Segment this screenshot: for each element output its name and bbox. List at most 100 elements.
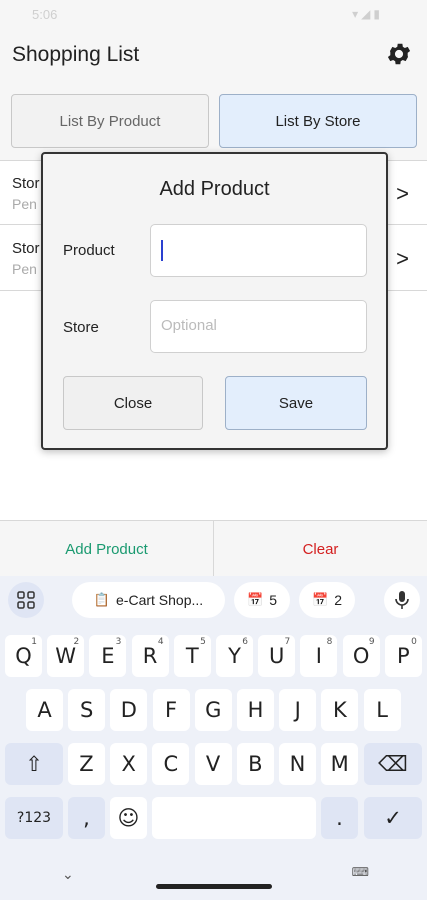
- key-label: S: [80, 698, 94, 722]
- key-g[interactable]: G: [194, 689, 232, 731]
- key-label: W: [55, 644, 77, 668]
- save-button[interactable]: Save: [225, 376, 367, 430]
- key-o[interactable]: O9: [342, 635, 380, 677]
- key-c[interactable]: C: [152, 743, 190, 785]
- clear-button[interactable]: Clear: [214, 521, 427, 577]
- key-label: Z: [79, 752, 94, 776]
- home-handle[interactable]: [156, 884, 272, 889]
- key-hint-number: 2: [73, 637, 80, 647]
- key-l[interactable]: L: [363, 689, 401, 731]
- key-label: ?123: [16, 810, 52, 826]
- key-h[interactable]: H: [237, 689, 274, 731]
- key-a[interactable]: A: [26, 689, 63, 731]
- clipboard-suggestion[interactable]: 📋 e-Cart Shop...: [72, 582, 225, 618]
- key-label: ☺: [117, 806, 140, 830]
- gear-icon[interactable]: [385, 40, 413, 68]
- chevron-down-icon[interactable]: ⌄: [62, 866, 74, 883]
- key-v[interactable]: V: [194, 743, 232, 785]
- chevron-right-icon: >: [396, 246, 409, 271]
- comma-key[interactable]: ,: [68, 797, 105, 839]
- key-label: G: [205, 698, 222, 722]
- enter-key[interactable]: ✓: [364, 797, 422, 839]
- key-label: M: [330, 752, 349, 776]
- key-r[interactable]: R4: [131, 635, 169, 677]
- key-hint-number: 9: [368, 637, 375, 647]
- key-y[interactable]: Y6: [216, 635, 253, 677]
- calendar-clip-icon: 📅: [247, 592, 264, 607]
- key-b[interactable]: B: [236, 743, 274, 785]
- space-key[interactable]: [152, 797, 316, 839]
- key-i[interactable]: I8: [300, 635, 338, 677]
- status-bar: 5:06 ▾◢▮: [0, 0, 427, 30]
- key-d[interactable]: D: [110, 689, 148, 731]
- key-label: ⌫: [378, 752, 408, 776]
- page-title: Shopping List: [12, 43, 140, 66]
- key-label: X: [121, 752, 136, 776]
- tab-list-by-product[interactable]: List By Product: [11, 94, 209, 148]
- key-label: L: [376, 698, 388, 722]
- key-label: N: [289, 752, 306, 776]
- close-button[interactable]: Close: [63, 376, 203, 430]
- key-f[interactable]: F: [152, 689, 190, 731]
- key-label: V: [205, 752, 221, 776]
- key-label: I: [315, 644, 322, 668]
- key-hint-number: 6: [242, 637, 248, 647]
- key-label: B: [248, 752, 263, 776]
- key-label: C: [163, 752, 179, 776]
- view-tabs: List By Product List By Store: [0, 82, 427, 160]
- list-item-sub: Pen: [12, 196, 37, 212]
- key-label: Y: [228, 644, 241, 668]
- key-hint-number: 5: [200, 637, 206, 647]
- key-x[interactable]: X: [110, 743, 148, 785]
- microphone-icon[interactable]: [384, 582, 420, 618]
- key-label: O: [352, 644, 370, 668]
- clipboard-number-suggestion[interactable]: 📅 2: [299, 582, 355, 618]
- key-label: F: [165, 698, 178, 722]
- chevron-right-icon: >: [396, 181, 409, 206]
- key-z[interactable]: Z: [68, 743, 105, 785]
- key-label: .: [336, 806, 343, 830]
- key-w[interactable]: W2: [47, 635, 85, 677]
- add-product-button[interactable]: Add Product: [0, 521, 214, 577]
- clipboard-number-text: 5: [269, 592, 277, 608]
- period-key[interactable]: .: [321, 797, 358, 839]
- key-s[interactable]: S: [68, 689, 106, 731]
- key-label: P: [396, 644, 410, 668]
- key-label: A: [37, 698, 52, 722]
- clipboard-number-text: 2: [334, 592, 342, 608]
- product-input[interactable]: [150, 224, 367, 277]
- product-label: Product: [63, 242, 115, 259]
- clipboard-number-suggestion[interactable]: 📅 5: [234, 582, 290, 618]
- tab-list-by-store[interactable]: List By Store: [219, 94, 417, 148]
- key-label: H: [247, 698, 264, 722]
- key-u[interactable]: U7: [258, 635, 296, 677]
- key-e[interactable]: E3: [89, 635, 127, 677]
- key-t[interactable]: T5: [173, 635, 211, 677]
- shift-key[interactable]: ⇧: [5, 743, 63, 785]
- key-k[interactable]: K: [321, 689, 359, 731]
- key-label: K: [333, 698, 347, 722]
- dialog-title: Add Product: [159, 178, 270, 200]
- key-label: D: [120, 698, 137, 722]
- nav-bar: ⌄ ⌨: [0, 862, 427, 900]
- status-icons: ▾◢▮: [352, 7, 383, 21]
- mic-icon: [395, 591, 409, 609]
- key-q[interactable]: Q1: [5, 635, 42, 677]
- store-label: Store: [63, 319, 99, 336]
- backspace-key[interactable]: ⌫: [364, 743, 422, 785]
- keyboard-switch-icon[interactable]: ⌨: [352, 865, 369, 879]
- key-hint-number: 0: [411, 637, 417, 647]
- list-item-sub: Pen: [12, 261, 37, 277]
- key-p[interactable]: P0: [384, 635, 422, 677]
- apps-grid-icon[interactable]: [8, 582, 44, 618]
- store-input[interactable]: Optional: [150, 300, 367, 353]
- emoji-key[interactable]: ☺: [110, 797, 147, 839]
- symbols-key[interactable]: ?123: [5, 797, 63, 839]
- key-n[interactable]: N: [279, 743, 316, 785]
- clipboard-icon: 📋: [93, 592, 111, 607]
- key-j[interactable]: J: [279, 689, 317, 731]
- key-hint-number: 1: [31, 637, 37, 647]
- text-caret: [161, 240, 163, 261]
- calendar-clip-icon: 📅: [312, 592, 329, 607]
- key-m[interactable]: M: [321, 743, 359, 785]
